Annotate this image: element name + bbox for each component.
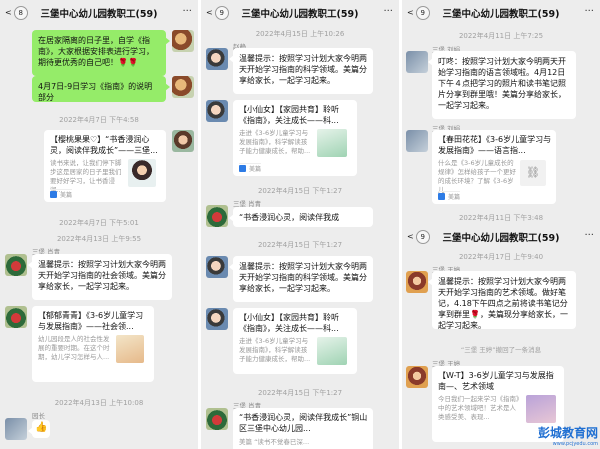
- card-description: 什么是《3-6岁儿童成长的规律》怎样给孩子一个更好的成长环境？了解《3-6岁儿.…: [438, 159, 516, 194]
- avatar[interactable]: [172, 76, 194, 98]
- timestamp: 2022年4月13日 上午9:55: [56, 235, 142, 243]
- group-title: 三堡中心幼儿园教职工(59): [442, 233, 560, 244]
- card-source: 美篇: [50, 189, 73, 199]
- unread-count-badge: 9: [214, 5, 229, 20]
- timestamp: 2022年4月15日 下午1:27: [257, 241, 343, 249]
- thumbs-up-icon[interactable]: 👍: [28, 420, 50, 438]
- message-bubble[interactable]: 温馨提示：按照学习计划大家今明两天开始学习指南的艺术领域。做好笔记，4.18下午…: [428, 271, 576, 330]
- chat-header: <9 三堡中心幼儿园教职工(59) ···: [402, 224, 600, 250]
- avatar[interactable]: [206, 100, 228, 122]
- avatar[interactable]: [406, 51, 428, 73]
- timestamp: 2022年4月7日 下午5:01: [59, 219, 139, 227]
- card-title: “书香浸润心灵，阅读伴我成长”铜山区三堡中心幼儿园...: [239, 413, 368, 433]
- avatar[interactable]: [206, 408, 228, 430]
- avatar[interactable]: [206, 256, 228, 278]
- message-bubble[interactable]: 温馨提示：按照学习计划大家今明两天开始学习指南的科学领域。美篇分享给家长，一起学…: [229, 256, 373, 302]
- timestamp: 2022年4月15日 下午1:27: [257, 389, 343, 397]
- chat-panel-2: <9 三堡中心幼儿园教职工(59) ··· 2022年4月15日 上午10:26…: [201, 0, 399, 449]
- timestamp: 2022年4月11日 上午7:25: [458, 32, 544, 40]
- card-description: 走进《3-6岁儿童学习与发展指南》，科学解读孩子能力健康成长，帮助...: [239, 337, 311, 363]
- chat-panel-1: <8 三堡中心幼儿园教职工(59) ··· 在居家隔离的日子里，自学《指南》，大…: [0, 0, 198, 449]
- more-icon[interactable]: ···: [182, 6, 192, 17]
- card-title: 【郁郁青青】《3-6岁儿童学习与发展指南》——社会领...: [38, 311, 144, 331]
- timestamp: 2022年4月7日 下午4:58: [59, 116, 139, 124]
- message-bubble[interactable]: 叮咚：按照学习计划大家今明两天开始学习指南的语言领域啦。4月12日下午４点把学习…: [428, 51, 576, 119]
- watermark-logo: 彭城教育网 www.pcjyedu.com: [537, 426, 598, 447]
- system-message: “三堡 王婷”撤回了一条消息: [460, 346, 542, 354]
- back-button[interactable]: <9: [407, 5, 430, 20]
- shared-article-card[interactable]: 【小仙女】【家园共育】聆听《指南》，关注成长——科... 走进《3-6岁儿童学习…: [233, 308, 357, 374]
- more-icon[interactable]: ···: [584, 230, 594, 241]
- group-title: 三堡中心幼儿园教职工(59): [442, 9, 560, 20]
- card-description: 幼儿园段是人的社会性发展的重要时期。在这个时期，幼儿学习怎样与人...: [38, 335, 110, 361]
- shared-article-card[interactable]: 【郁郁青青】《3-6岁儿童学习与发展指南》——社会领... 幼儿园段是人的社会性…: [32, 306, 154, 382]
- meipian-icon: [438, 193, 445, 200]
- avatar[interactable]: [5, 418, 27, 440]
- article-thumbnail: [317, 337, 347, 365]
- card-title: 【W-T】3-6岁儿童学习与发展指南—、艺术领域: [438, 371, 554, 391]
- back-button[interactable]: <9: [206, 5, 229, 20]
- more-icon[interactable]: ···: [584, 6, 594, 17]
- card-title: 【春田花花】《3-6岁儿童学习与发展指南》——语言指...: [438, 135, 552, 155]
- more-icon[interactable]: ···: [383, 6, 393, 17]
- avatar[interactable]: [406, 130, 428, 152]
- shared-article-card[interactable]: “书香浸润心灵，阅读伴我成长”铜山区三堡中心幼儿园... 美篇 “读书不觉春已深…: [233, 408, 373, 449]
- avatar[interactable]: [206, 308, 228, 330]
- avatar[interactable]: [172, 30, 194, 52]
- meipian-icon: [239, 165, 246, 172]
- timestamp: 2022年4月15日 下午1:27: [257, 187, 343, 195]
- meipian-icon: [50, 191, 57, 198]
- avatar[interactable]: [206, 48, 228, 70]
- avatar[interactable]: [406, 366, 428, 388]
- timestamp: 2022年4月17日 上午9:40: [458, 253, 544, 261]
- card-description: 走进《3-6岁儿童学习与发展指南》，科学解读孩子能力健康成长，帮助...: [239, 129, 311, 155]
- message-bubble[interactable]: 4月7日-9日学习《指南》的说明部分: [32, 76, 170, 102]
- avatar[interactable]: [406, 271, 428, 293]
- timestamp: 2022年4月15日 上午10:26: [255, 30, 345, 38]
- card-source: 美篇: [239, 163, 262, 173]
- unread-count-badge: 9: [415, 5, 430, 20]
- card-source: 美篇: [438, 191, 461, 201]
- article-thumbnail: [526, 395, 556, 423]
- timestamp: 2022年4月11日 下午3:48: [458, 214, 544, 222]
- article-thumbnail: [317, 129, 347, 157]
- group-title: 三堡中心幼儿园教职工(59): [40, 9, 158, 20]
- card-title: 【小仙女】【家园共育】聆听《指南》，关注成长——科...: [239, 105, 339, 125]
- group-title: 三堡中心幼儿园教职工(59): [241, 9, 359, 20]
- chat-header: <9 三堡中心幼儿园教职工(59) ···: [402, 0, 600, 26]
- chat-header: <9 三堡中心幼儿园教职工(59) ···: [201, 0, 399, 26]
- shared-article-card[interactable]: 【樱桃果果♡】“书香浸润心灵，阅读伴我成长”——三堡... 读书来说，让我们停下…: [44, 130, 166, 202]
- sender-name: 园长: [32, 412, 45, 420]
- message-bubble[interactable]: “书香浸润心灵，阅读伴我成: [229, 207, 373, 227]
- link-icon: ⛓: [520, 160, 546, 186]
- avatar[interactable]: [172, 130, 194, 152]
- avatar[interactable]: [5, 254, 27, 276]
- chat-header: <8 三堡中心幼儿园教职工(59) ···: [0, 0, 198, 26]
- unread-count-badge: 8: [13, 5, 28, 20]
- shared-article-card[interactable]: 【春田花花】《3-6岁儿童学习与发展指南》——语言指... 什么是《3-6岁儿童…: [432, 130, 556, 204]
- message-bubble[interactable]: 温馨提示：按照学习计划大家今明两天开始学习指南的科学领域。美篇分享给家长，一起学…: [229, 48, 373, 94]
- message-bubble[interactable]: 温馨提示：按照学习计划大家今明两天开始学习指南的社会领域。美篇分享给家长，一起学…: [28, 254, 172, 300]
- unread-count-badge: 9: [415, 229, 430, 244]
- article-thumbnail: [116, 335, 144, 363]
- card-description: 今日我们一起来学习《指南》中的艺术领域吧！艺术是人类感受美、表现...: [438, 395, 520, 421]
- card-title: 【樱桃果果♡】“书香浸润心灵，阅读伴我成长”——三堡...: [50, 135, 158, 155]
- shared-article-card[interactable]: 【小仙女】【家园共育】聆听《指南》，关注成长——科... 走进《3-6岁儿童学习…: [233, 100, 357, 176]
- chat-panel-3: <9 三堡中心幼儿园教职工(59) ··· 2022年4月11日 上午7:25 …: [402, 0, 600, 449]
- back-button[interactable]: <9: [407, 229, 430, 244]
- article-thumbnail: [128, 159, 156, 187]
- avatar[interactable]: [5, 306, 27, 328]
- timestamp: 2022年4月13日 上午10:08: [54, 399, 144, 407]
- avatar[interactable]: [206, 205, 228, 227]
- card-title: 【小仙女】【家园共育】聆听《指南》，关注成长——科...: [239, 313, 339, 333]
- back-button[interactable]: <8: [5, 5, 28, 20]
- message-bubble[interactable]: 在居家隔离的日子里，自学《指南》，大家根据安排表进行学习，期待更优秀的自己吧！🌹…: [32, 30, 170, 76]
- card-description: 美篇 “读书不觉春已深...: [239, 438, 310, 446]
